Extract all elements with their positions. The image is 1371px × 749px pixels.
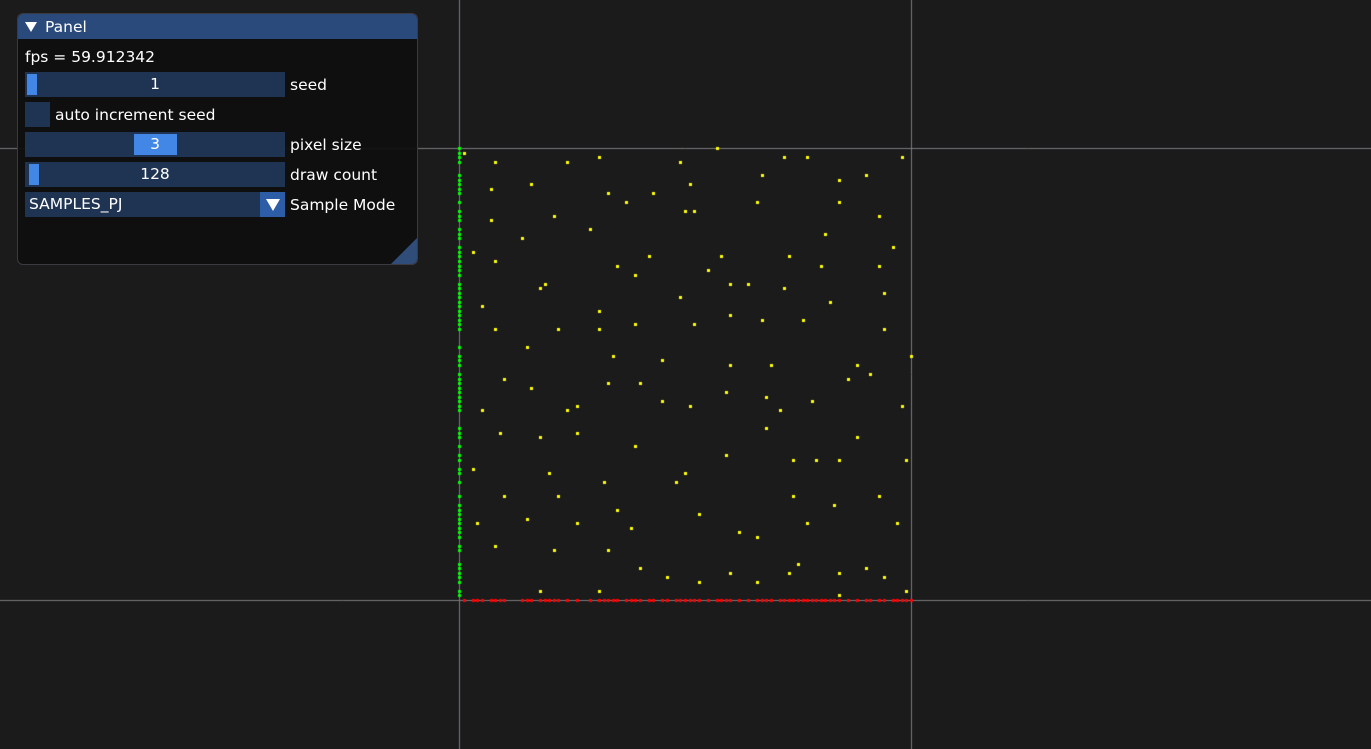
draw-count-row: 128 draw count bbox=[25, 162, 377, 187]
seed-slider[interactable]: 1 bbox=[25, 72, 285, 97]
draw-count-slider[interactable]: 128 bbox=[25, 162, 285, 187]
seed-row: 1 seed bbox=[25, 72, 327, 97]
auto-increment-row: auto increment seed bbox=[25, 102, 215, 127]
draw-count-label: draw count bbox=[290, 165, 378, 184]
combo-arrow-button[interactable] bbox=[260, 192, 285, 217]
draw-count-value: 128 bbox=[140, 165, 170, 183]
chevron-down-icon bbox=[265, 198, 280, 211]
resize-grip-icon[interactable] bbox=[391, 238, 417, 264]
pixel-size-value: 3 bbox=[150, 135, 160, 153]
sample-mode-label: Sample Mode bbox=[290, 195, 396, 214]
panel-titlebar[interactable]: Panel bbox=[18, 14, 417, 39]
seed-value: 1 bbox=[150, 75, 160, 93]
seed-label: seed bbox=[290, 75, 327, 94]
sample-mode-combo[interactable]: SAMPLES_PJ bbox=[25, 192, 285, 217]
pixel-size-slider[interactable]: 3 bbox=[25, 132, 285, 157]
sample-mode-row: SAMPLES_PJ Sample Mode bbox=[25, 192, 395, 217]
auto-increment-seed-label: auto increment seed bbox=[55, 105, 216, 124]
collapse-triangle-icon[interactable] bbox=[25, 21, 37, 32]
fps-readout: fps = 59.912342 bbox=[25, 48, 156, 66]
panel-title: Panel bbox=[45, 17, 87, 36]
pixel-size-row: 3 pixel size bbox=[25, 132, 362, 157]
pixel-size-label: pixel size bbox=[290, 135, 362, 154]
sample-mode-value: SAMPLES_PJ bbox=[29, 195, 123, 213]
panel-window[interactable]: Panel fps = 59.912342 1 seed auto increm… bbox=[17, 13, 418, 265]
auto-increment-seed-checkbox[interactable] bbox=[25, 102, 50, 127]
